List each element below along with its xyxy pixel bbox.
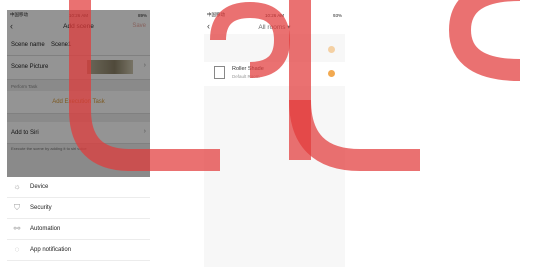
menu-item-label: Automation [30,226,61,232]
chat-bubble-icon: ◌ [14,245,20,254]
automation-icon: ⚯ [13,224,21,233]
menu-item-label: Security [30,205,52,211]
device-room: Default Room [232,74,260,79]
menu-item-device[interactable]: ☼ Device [7,177,150,198]
status-time: 10:26 AM [264,12,284,18]
room-selector[interactable]: All rooms ▾ [204,23,345,31]
list-item[interactable] [204,40,345,60]
phone-left: 中国移动 10:26 AM 89% ‹ Add scene Save Scene… [7,10,150,267]
lightbulb-icon: ☼ [13,182,21,191]
menu-item-security[interactable]: ⛉ Security [7,198,150,219]
status-bar: 中国移动 10:26 AM 93% [204,10,345,20]
menu-item-automation[interactable]: ⚯ Automation [7,219,150,240]
device-row[interactable]: Roller Shade Default Room [204,62,345,86]
selected-indicator[interactable] [328,70,335,77]
selected-indicator[interactable] [328,46,335,53]
action-sheet: ☼ Device ⛉ Security ⚯ Automation ◌ App n… [7,177,150,261]
phone-right: 中国移动 10:26 AM 93% ‹ All rooms ▾ Roller S… [204,10,345,267]
shield-icon: ⛉ [14,203,20,212]
menu-item-app-notification[interactable]: ◌ App notification [7,240,150,261]
menu-item-label: App notification [30,247,72,253]
device-name: Roller Shade [232,66,264,72]
nav-bar: ‹ All rooms ▾ [204,20,345,34]
dim-overlay[interactable] [7,10,150,177]
shade-icon [214,66,225,79]
menu-item-label: Device [30,184,49,190]
